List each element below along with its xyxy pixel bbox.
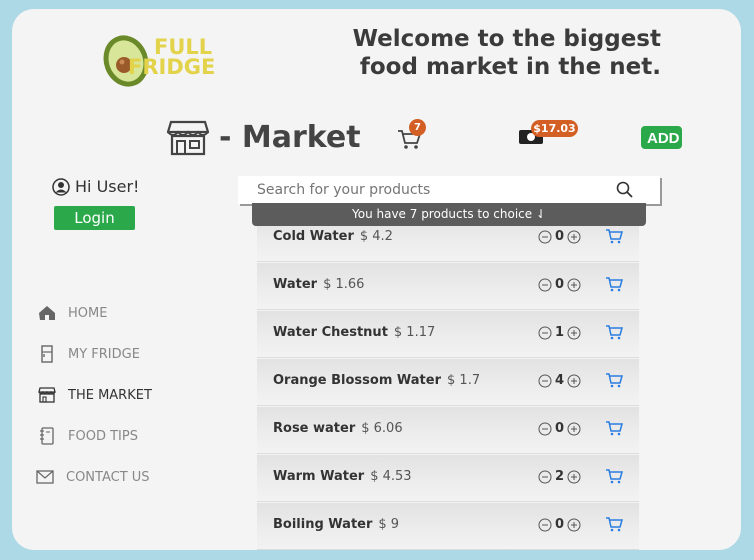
product-name: Boiling Water $ 9 bbox=[273, 517, 400, 532]
product-name: Water Chestnut $ 1.17 bbox=[273, 325, 436, 340]
cart-count-badge: 7 bbox=[409, 119, 426, 136]
user-greeting: Hi User! bbox=[52, 177, 139, 196]
envelope-icon bbox=[36, 470, 54, 484]
product-price: $ 4.2 bbox=[359, 229, 393, 244]
logo-line2: FRIDGE bbox=[128, 55, 216, 79]
product-row: Orange Blossom Water $ 1.7 4 bbox=[257, 359, 639, 406]
balance-display: $17.03 bbox=[518, 120, 578, 150]
quantity-stepper: 1 bbox=[538, 325, 581, 340]
search-bar bbox=[238, 176, 660, 204]
app-card: FULL FRIDGE Welcome to the biggest food … bbox=[12, 9, 741, 550]
product-name: Rose water $ 6.06 bbox=[273, 421, 403, 436]
quantity-value: 0 bbox=[555, 229, 565, 244]
cart-button[interactable]: 7 bbox=[397, 119, 426, 154]
full-fridge-logo[interactable]: FULL FRIDGE bbox=[100, 23, 215, 89]
product-price: $ 1.17 bbox=[393, 325, 436, 340]
quantity-value: 0 bbox=[555, 517, 565, 532]
add-to-cart-icon[interactable] bbox=[605, 420, 623, 436]
product-row: Boiling Water $ 9 0 bbox=[257, 503, 639, 550]
plus-circle-icon[interactable] bbox=[567, 278, 581, 292]
search-input[interactable] bbox=[238, 181, 619, 199]
plus-circle-icon[interactable] bbox=[567, 230, 581, 244]
notebook-icon bbox=[40, 427, 54, 445]
minus-circle-icon[interactable] bbox=[538, 470, 552, 484]
nav-label-my-fridge: MY FRIDGE bbox=[68, 346, 140, 362]
add-to-cart-icon[interactable] bbox=[605, 468, 623, 484]
minus-circle-icon[interactable] bbox=[538, 374, 552, 388]
product-price: $ 1.7 bbox=[447, 373, 481, 388]
plus-circle-icon[interactable] bbox=[567, 422, 581, 436]
product-price: $ 4.53 bbox=[370, 469, 412, 484]
product-row: Warm Water $ 4.53 2 bbox=[257, 455, 639, 502]
add-to-cart-icon[interactable] bbox=[605, 228, 623, 244]
plus-circle-icon[interactable] bbox=[567, 326, 581, 340]
market-title: - Market bbox=[167, 117, 361, 157]
add-to-cart-icon[interactable] bbox=[605, 516, 623, 532]
quantity-value: 4 bbox=[555, 373, 565, 388]
logo-line1: FULL bbox=[154, 35, 213, 59]
product-row: Rose water $ 6.06 0 bbox=[257, 407, 639, 454]
product-price: $ 9 bbox=[378, 517, 400, 532]
product-name: Warm Water $ 4.53 bbox=[273, 469, 412, 484]
products-count-hint: You have 7 products to choice ⇃ bbox=[252, 203, 646, 226]
user-icon bbox=[52, 177, 70, 196]
nav-item-contact-us[interactable]: CONTACT US bbox=[36, 468, 150, 486]
add-to-cart-icon[interactable] bbox=[605, 324, 623, 340]
minus-circle-icon[interactable] bbox=[538, 230, 552, 244]
quantity-value: 2 bbox=[555, 469, 565, 484]
login-button[interactable]: Login bbox=[54, 206, 135, 230]
product-price: $ 6.06 bbox=[361, 421, 403, 436]
product-row: Water $ 1.66 0 bbox=[257, 263, 639, 310]
quantity-stepper: 4 bbox=[538, 373, 581, 388]
nav-item-my-fridge[interactable]: MY FRIDGE bbox=[38, 345, 140, 363]
quantity-stepper: 0 bbox=[538, 517, 581, 532]
plus-circle-icon[interactable] bbox=[567, 518, 581, 532]
fridge-icon bbox=[41, 345, 53, 363]
nav-item-home[interactable]: HOME bbox=[38, 304, 107, 322]
quantity-stepper: 0 bbox=[538, 421, 581, 436]
nav-label-home: HOME bbox=[68, 305, 108, 321]
greeting-text: Hi User! bbox=[75, 177, 140, 196]
add-button[interactable]: ADD bbox=[641, 126, 682, 149]
quantity-value: 0 bbox=[555, 421, 565, 436]
nav-label-food-tips: FOOD TIPS bbox=[68, 428, 138, 444]
balance-badge: $17.03 bbox=[531, 120, 578, 137]
product-row: Water Chestnut $ 1.17 1 bbox=[257, 311, 639, 358]
minus-circle-icon[interactable] bbox=[538, 518, 552, 532]
store-icon bbox=[167, 120, 209, 156]
minus-circle-icon[interactable] bbox=[538, 422, 552, 436]
product-name: Water $ 1.66 bbox=[273, 277, 365, 292]
market-label: - Market bbox=[219, 119, 361, 155]
product-name: Orange Blossom Water $ 1.7 bbox=[273, 373, 481, 388]
welcome-heading: Welcome to the biggest food market in th… bbox=[352, 26, 661, 80]
minus-circle-icon[interactable] bbox=[538, 326, 552, 340]
quantity-stepper: 0 bbox=[538, 277, 581, 292]
quantity-value: 1 bbox=[555, 325, 565, 340]
add-to-cart-icon[interactable] bbox=[605, 372, 623, 388]
add-to-cart-icon[interactable] bbox=[605, 276, 623, 292]
nav-label-the-market: THE MARKET bbox=[68, 387, 152, 403]
product-name: Cold Water $ 4.2 bbox=[273, 229, 393, 244]
quantity-value: 0 bbox=[555, 277, 565, 292]
nav-label-contact-us: CONTACT US bbox=[66, 469, 150, 485]
search-icon[interactable] bbox=[616, 181, 634, 199]
nav-item-food-tips[interactable]: FOOD TIPS bbox=[38, 427, 138, 445]
quantity-stepper: 0 bbox=[538, 229, 581, 244]
plus-circle-icon[interactable] bbox=[567, 470, 581, 484]
product-price: $ 1.66 bbox=[323, 277, 365, 292]
quantity-stepper: 2 bbox=[538, 469, 581, 484]
nav-item-the-market[interactable]: THE MARKET bbox=[38, 386, 152, 404]
store-icon bbox=[38, 387, 56, 403]
plus-circle-icon[interactable] bbox=[567, 374, 581, 388]
home-icon bbox=[39, 306, 55, 320]
minus-circle-icon[interactable] bbox=[538, 278, 552, 292]
